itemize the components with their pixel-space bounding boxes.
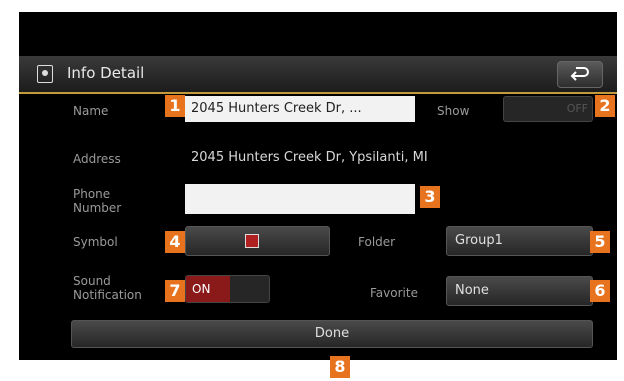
sound-label-line2: Notification bbox=[73, 288, 142, 302]
callout-7: 7 bbox=[165, 280, 185, 302]
folder-select[interactable]: Group1 bbox=[446, 226, 593, 256]
sound-toggle-state: ON bbox=[186, 276, 230, 302]
callout-8: 8 bbox=[330, 356, 350, 378]
show-label: Show bbox=[437, 104, 470, 118]
callout-1: 1 bbox=[165, 95, 185, 117]
folder-value: Group1 bbox=[455, 233, 503, 248]
done-button[interactable]: Done bbox=[71, 320, 593, 348]
back-button[interactable] bbox=[557, 61, 603, 88]
poi-symbol-icon bbox=[245, 234, 259, 248]
symbol-button[interactable] bbox=[185, 226, 330, 256]
favorite-label: Favorite bbox=[370, 286, 418, 300]
address-value: 2045 Hunters Creek Dr, Ypsilanti, MI bbox=[191, 150, 428, 165]
callout-3: 3 bbox=[420, 186, 440, 208]
sound-notification-toggle[interactable]: ON bbox=[185, 275, 270, 303]
favorite-value: None bbox=[455, 283, 489, 298]
sound-label-line1: Sound bbox=[73, 274, 111, 288]
name-label: Name bbox=[73, 104, 109, 118]
name-field[interactable]: 2045 Hunters Creek Dr, ... bbox=[185, 96, 415, 122]
callout-6: 6 bbox=[590, 280, 610, 302]
phone-number-field[interactable] bbox=[185, 184, 415, 214]
callout-4: 4 bbox=[165, 231, 185, 253]
callout-2: 2 bbox=[595, 95, 615, 117]
title-bar: Info Detail bbox=[19, 56, 617, 94]
symbol-label: Symbol bbox=[73, 235, 118, 249]
address-label: Address bbox=[73, 152, 121, 166]
done-label: Done bbox=[314, 326, 350, 341]
back-arrow-icon bbox=[570, 67, 589, 81]
favorite-select[interactable]: None bbox=[446, 276, 593, 306]
callout-5: 5 bbox=[590, 231, 610, 253]
phone-label-line2: Number bbox=[73, 201, 122, 215]
show-toggle-state: OFF bbox=[566, 102, 588, 115]
show-toggle[interactable]: OFF bbox=[503, 96, 593, 122]
poi-info-icon bbox=[37, 65, 53, 83]
page-title: Info Detail bbox=[67, 64, 145, 82]
phone-label-line1: Phone bbox=[73, 187, 111, 201]
head-unit-screen: Info Detail Name 2045 Hunters Creek Dr, … bbox=[19, 12, 617, 360]
folder-label: Folder bbox=[358, 235, 396, 249]
